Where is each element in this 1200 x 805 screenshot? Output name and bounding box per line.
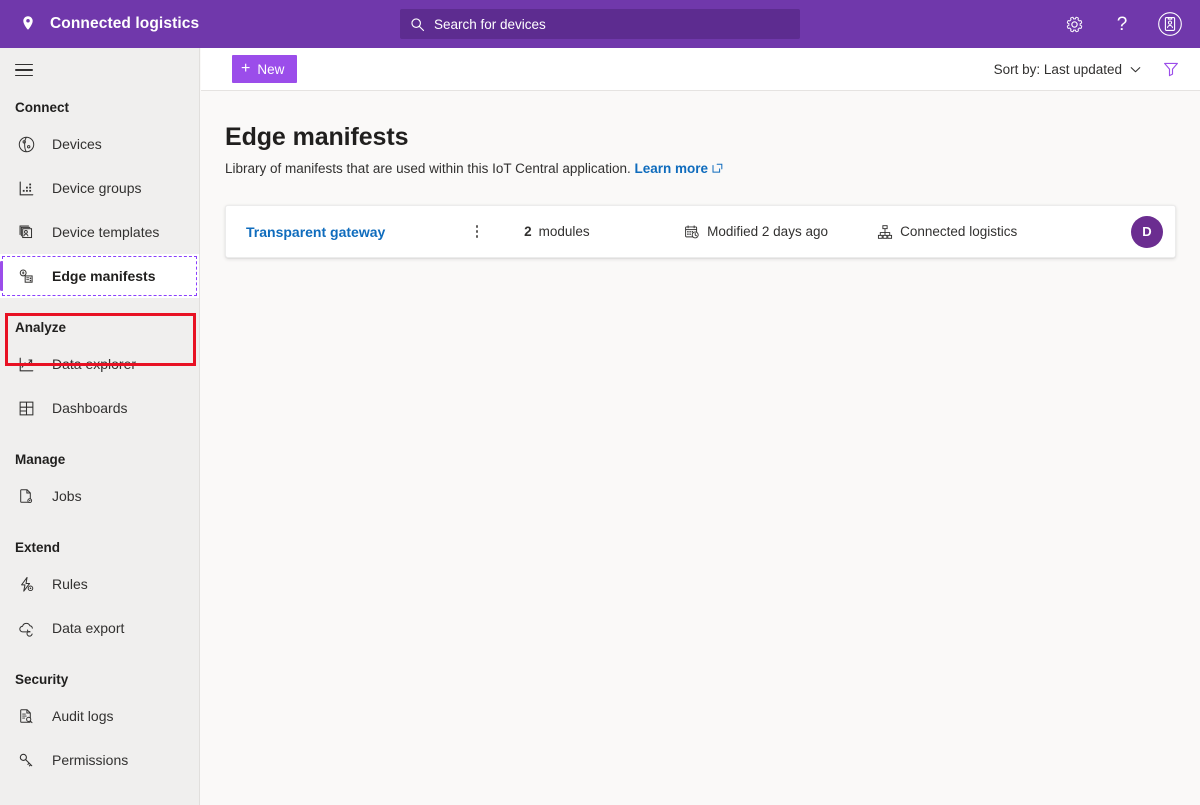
jobs-document-icon: [15, 485, 37, 507]
sidebar-item-data-explorer[interactable]: Data explorer: [0, 342, 199, 386]
account-badge-icon: [1157, 11, 1183, 37]
settings-button[interactable]: [1052, 0, 1096, 48]
top-app-bar: Connected logistics ?: [0, 0, 1200, 48]
new-button[interactable]: + New: [232, 55, 297, 83]
sidebar-item-label: Devices: [52, 136, 102, 152]
location-pin-icon: [18, 14, 38, 34]
help-button[interactable]: ?: [1100, 0, 1144, 48]
sidebar-item-label: Permissions: [52, 752, 128, 768]
sidebar-item-permissions[interactable]: Permissions: [0, 738, 199, 782]
manifest-modules-cell: 2 modules: [524, 224, 684, 239]
question-mark-icon: ?: [1117, 15, 1128, 34]
nav-group-extend-title: Extend: [0, 532, 199, 562]
edge-manifests-icon: [15, 265, 37, 287]
sidebar-item-label: Rules: [52, 576, 88, 592]
organization-hierarchy-icon: [877, 224, 893, 240]
manifest-modified-cell: Modified 2 days ago: [684, 224, 877, 240]
key-icon: [15, 749, 37, 771]
page-title: Edge manifests: [225, 123, 1176, 152]
search-icon: [410, 17, 425, 32]
chevron-down-icon: [1129, 63, 1142, 76]
rules-lightning-icon: [15, 573, 37, 595]
command-toolbar: + New Sort by: Last updated: [201, 48, 1200, 91]
modules-unit-label: modules: [539, 224, 590, 239]
hamburger-menu-button[interactable]: [0, 48, 48, 92]
nav-group-manage-title: Manage: [0, 444, 199, 474]
sidebar-item-jobs[interactable]: Jobs: [0, 474, 199, 518]
modified-text: Modified 2 days ago: [707, 224, 828, 239]
sidebar-item-rules[interactable]: Rules: [0, 562, 199, 606]
learn-more-label: Learn more: [634, 161, 708, 176]
cloud-export-icon: [15, 617, 37, 639]
nav-group-security-title: Security: [0, 664, 199, 694]
sidebar-item-label: Data export: [52, 620, 124, 636]
sidebar-item-devices[interactable]: Devices: [0, 122, 199, 166]
device-groups-icon: [15, 177, 37, 199]
sidebar-item-device-groups[interactable]: Device groups: [0, 166, 199, 210]
sidebar-item-audit-logs[interactable]: Audit logs: [0, 694, 199, 738]
manifest-name-link[interactable]: Transparent gateway: [246, 224, 385, 240]
account-button[interactable]: [1148, 0, 1192, 48]
sidebar-item-label: Device templates: [52, 224, 159, 240]
left-navigation: Connect Devices Device groups: [0, 48, 200, 805]
topbar-actions: ?: [1052, 0, 1192, 48]
manifest-organization-cell: Connected logistics: [877, 224, 1052, 240]
search-input[interactable]: [434, 9, 790, 39]
external-link-icon: [712, 162, 723, 177]
brand-home-link[interactable]: Connected logistics: [0, 0, 200, 48]
avatar[interactable]: D: [1131, 216, 1163, 248]
new-button-label: New: [257, 62, 284, 77]
nav-group-analyze-title: Analyze: [0, 312, 199, 342]
calendar-clock-icon: [684, 224, 700, 240]
toolbar-right-actions: Sort by: Last updated: [990, 54, 1186, 84]
main-content: + New Sort by: Last updated: [201, 48, 1200, 805]
modules-count: 2: [524, 224, 532, 239]
devices-icon: [15, 133, 37, 155]
sidebar-item-label: Dashboards: [52, 400, 128, 416]
sidebar-item-device-templates[interactable]: Device templates: [0, 210, 199, 254]
sidebar-item-dashboards[interactable]: Dashboards: [0, 386, 199, 430]
learn-more-link[interactable]: Learn more: [634, 161, 723, 176]
sidebar-item-edge-manifests[interactable]: Edge manifests: [0, 254, 199, 298]
sort-by-label: Sort by: Last updated: [994, 62, 1122, 77]
hamburger-menu-icon: [15, 60, 33, 81]
gear-icon: [1065, 15, 1084, 34]
global-search[interactable]: [400, 9, 800, 39]
page-description-text: Library of manifests that are used withi…: [225, 161, 631, 176]
manifest-card[interactable]: Transparent gateway 2 modules: [225, 205, 1176, 258]
sidebar-item-label: Audit logs: [52, 708, 113, 724]
sort-by-button[interactable]: Sort by: Last updated: [990, 58, 1146, 81]
plus-icon: +: [241, 61, 250, 77]
page-description: Library of manifests that are used withi…: [225, 161, 1176, 177]
sidebar-item-label: Device groups: [52, 180, 142, 196]
device-templates-icon: [15, 221, 37, 243]
filter-button[interactable]: [1156, 54, 1186, 84]
filter-funnel-icon: [1162, 60, 1180, 78]
sidebar-item-label: Jobs: [52, 488, 82, 504]
sidebar-item-label: Data explorer: [52, 356, 136, 372]
organization-name: Connected logistics: [900, 224, 1017, 239]
selection-indicator-bar: [0, 261, 3, 291]
sidebar-item-label: Edge manifests: [52, 268, 155, 284]
nav-group-connect-title: Connect: [0, 92, 199, 122]
page-body: Edge manifests Library of manifests that…: [201, 91, 1200, 258]
app-title: Connected logistics: [50, 15, 199, 33]
dashboard-grid-icon: [15, 397, 37, 419]
line-chart-icon: [15, 353, 37, 375]
more-options-icon[interactable]: [464, 217, 490, 247]
sidebar-item-data-export[interactable]: Data export: [0, 606, 199, 650]
audit-logs-icon: [15, 705, 37, 727]
